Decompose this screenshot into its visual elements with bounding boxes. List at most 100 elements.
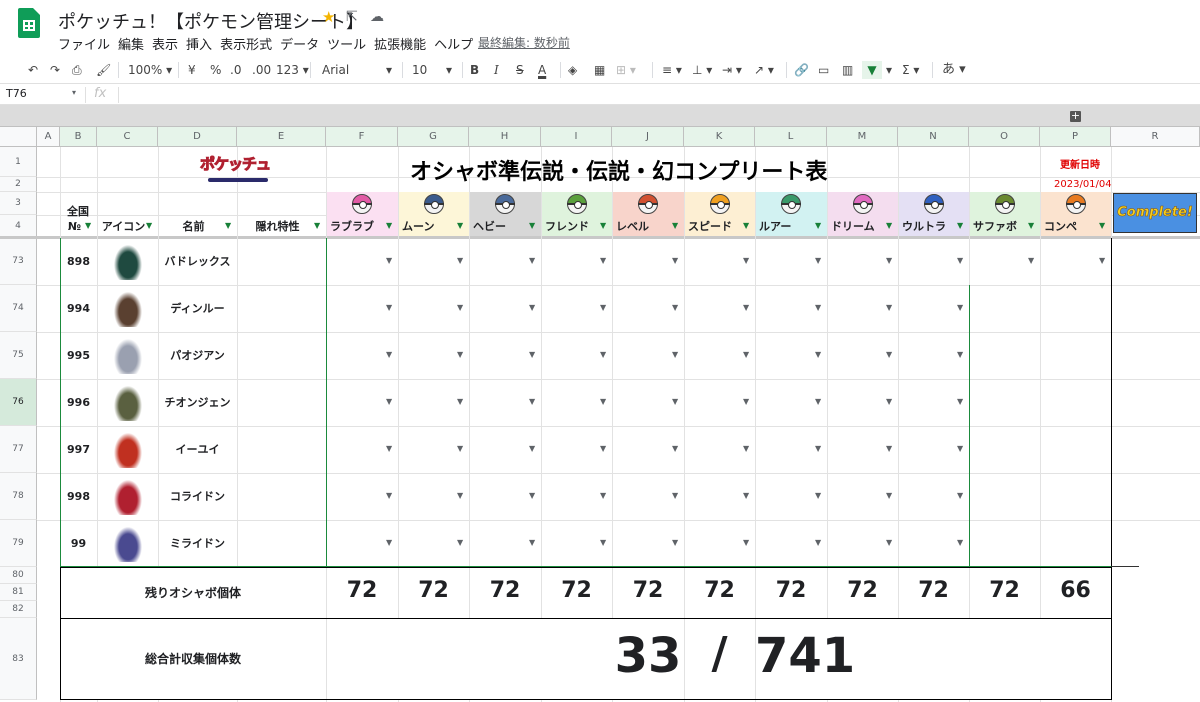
cell-dropdown-chevron-icon[interactable]: ▼ (886, 491, 892, 500)
cell-dropdown-chevron-icon[interactable]: ▼ (386, 491, 392, 500)
star-icon[interactable]: ★ (322, 8, 335, 26)
font-chevron-icon[interactable]: ▾ (386, 61, 392, 79)
cell-dropdown-chevron-icon[interactable]: ▼ (529, 303, 535, 312)
font-select[interactable]: Arial (322, 61, 392, 79)
cell-dropdown-chevron-icon[interactable]: ▼ (886, 538, 892, 547)
row-header-78[interactable]: 78 (0, 473, 37, 520)
text-rotation-icon[interactable]: ↗ ▾ (754, 61, 774, 79)
filter-icon[interactable]: ▼ (314, 221, 320, 230)
cell-dropdown-chevron-icon[interactable]: ▼ (743, 256, 749, 265)
zoom-select[interactable]: 100% ▾ (128, 61, 172, 79)
font-size-select[interactable]: 10 (412, 61, 427, 79)
column-header-c[interactable]: C (97, 127, 158, 147)
cell-dropdown-chevron-icon[interactable]: ▼ (815, 491, 821, 500)
expand-group-icon[interactable]: + (1070, 110, 1081, 122)
filter-icon[interactable]: ▼ (1028, 221, 1034, 230)
cell-dropdown-chevron-icon[interactable]: ▼ (457, 538, 463, 547)
menu-item[interactable]: 編集 (118, 34, 144, 53)
row-header-82[interactable]: 82 (0, 601, 37, 618)
filter-icon[interactable]: ▼ (743, 221, 749, 230)
filter-icon[interactable]: ▼ (957, 221, 963, 230)
column-header-b[interactable]: B (60, 127, 97, 147)
row-header-79[interactable]: 79 (0, 520, 37, 567)
filter-icon[interactable]: ▼ (672, 221, 678, 230)
column-header-i[interactable]: I (541, 127, 612, 147)
input-tools-button[interactable]: あ ▾ (942, 61, 966, 79)
cell-dropdown-chevron-icon[interactable]: ▼ (457, 397, 463, 406)
cell-dropdown-chevron-icon[interactable]: ▼ (957, 303, 963, 312)
horizontal-align-icon[interactable]: ≡ ▾ (662, 61, 682, 79)
filter-icon[interactable]: ▼ (85, 221, 91, 230)
cell-dropdown-chevron-icon[interactable]: ▼ (743, 350, 749, 359)
filter-icon[interactable]: ▼ (386, 221, 392, 230)
format-select[interactable]: 123 ▾ (276, 61, 309, 79)
cell-dropdown-chevron-icon[interactable]: ▼ (886, 256, 892, 265)
column-header-d[interactable]: D (158, 127, 237, 147)
cell-dropdown-chevron-icon[interactable]: ▼ (529, 397, 535, 406)
cell-dropdown-chevron-icon[interactable]: ▼ (672, 397, 678, 406)
cell-dropdown-chevron-icon[interactable]: ▼ (815, 444, 821, 453)
cell-dropdown-chevron-icon[interactable]: ▼ (743, 397, 749, 406)
cell-dropdown-chevron-icon[interactable]: ▼ (672, 256, 678, 265)
cell-dropdown-chevron-icon[interactable]: ▼ (600, 491, 606, 500)
filter-views-chevron-icon[interactable]: ▾ (886, 61, 892, 79)
cell-dropdown-chevron-icon[interactable]: ▼ (1028, 256, 1034, 265)
cell-dropdown-chevron-icon[interactable]: ▼ (457, 444, 463, 453)
row-header-83[interactable]: 83 (0, 618, 37, 700)
cell-dropdown-chevron-icon[interactable]: ▼ (600, 444, 606, 453)
row-header-73[interactable]: 73 (0, 238, 37, 285)
insert-link-icon[interactable]: 🔗 (794, 61, 809, 79)
cell-dropdown-chevron-icon[interactable]: ▼ (672, 444, 678, 453)
menu-item[interactable]: ヘルプ (434, 34, 473, 53)
cell-dropdown-chevron-icon[interactable]: ▼ (743, 491, 749, 500)
cell-dropdown-chevron-icon[interactable]: ▼ (672, 350, 678, 359)
insert-chart-icon[interactable]: ▥ (842, 61, 853, 79)
menu-item[interactable]: 表示形式 (220, 34, 272, 53)
row-header-74[interactable]: 74 (0, 285, 37, 332)
strikethrough-button[interactable]: S (516, 61, 524, 79)
filter-icon[interactable]: ▼ (862, 61, 882, 79)
cell-dropdown-chevron-icon[interactable]: ▼ (386, 350, 392, 359)
borders-icon[interactable]: ▦ (594, 61, 605, 79)
cell-dropdown-chevron-icon[interactable]: ▼ (886, 303, 892, 312)
cell-dropdown-chevron-icon[interactable]: ▼ (743, 444, 749, 453)
cell-dropdown-chevron-icon[interactable]: ▼ (672, 491, 678, 500)
cell-dropdown-chevron-icon[interactable]: ▼ (386, 397, 392, 406)
cell-dropdown-chevron-icon[interactable]: ▼ (815, 350, 821, 359)
row-header-3[interactable]: 3 (0, 192, 37, 215)
row-header-80[interactable]: 80 (0, 567, 37, 584)
cell-dropdown-chevron-icon[interactable]: ▼ (600, 397, 606, 406)
menu-item[interactable]: 表示 (152, 34, 178, 53)
select-all-corner[interactable] (0, 127, 37, 147)
cell-dropdown-chevron-icon[interactable]: ▼ (529, 538, 535, 547)
formula-input[interactable] (122, 87, 1192, 103)
redo-icon[interactable]: ↷ (50, 61, 60, 79)
cell-dropdown-chevron-icon[interactable]: ▼ (743, 538, 749, 547)
row-header-1[interactable]: 1 (0, 147, 37, 177)
cell-dropdown-chevron-icon[interactable]: ▼ (815, 256, 821, 265)
cell-dropdown-chevron-icon[interactable]: ▼ (957, 491, 963, 500)
cell-dropdown-chevron-icon[interactable]: ▼ (600, 350, 606, 359)
font-size-chevron-icon[interactable]: ▾ (446, 61, 452, 79)
column-header-h[interactable]: H (469, 127, 541, 147)
row-header-4[interactable]: 4 (0, 215, 37, 238)
column-header-r[interactable]: R (1111, 127, 1200, 147)
cell-dropdown-chevron-icon[interactable]: ▼ (815, 397, 821, 406)
functions-icon[interactable]: Σ ▾ (902, 61, 919, 79)
row-header-77[interactable]: 77 (0, 426, 37, 473)
cell-dropdown-chevron-icon[interactable]: ▼ (600, 538, 606, 547)
currency-button[interactable]: ¥ (188, 61, 196, 79)
cloud-status-icon[interactable]: ☁ (370, 9, 384, 25)
column-header-n[interactable]: N (898, 127, 969, 147)
row-header-75[interactable]: 75 (0, 332, 37, 379)
percent-button[interactable]: % (210, 61, 221, 79)
name-box-chevron-icon[interactable]: ▾ (72, 88, 76, 97)
filter-icon[interactable]: ▼ (1099, 221, 1105, 230)
cell-dropdown-chevron-icon[interactable]: ▼ (529, 256, 535, 265)
cell-dropdown-chevron-icon[interactable]: ▼ (957, 444, 963, 453)
bold-button[interactable]: B (470, 61, 479, 79)
menu-item[interactable]: データ (280, 34, 319, 53)
text-wrap-icon[interactable]: ⇥ ▾ (722, 61, 742, 79)
filter-icon[interactable]: ▼ (225, 221, 231, 230)
filter-icon[interactable]: ▼ (146, 221, 152, 230)
